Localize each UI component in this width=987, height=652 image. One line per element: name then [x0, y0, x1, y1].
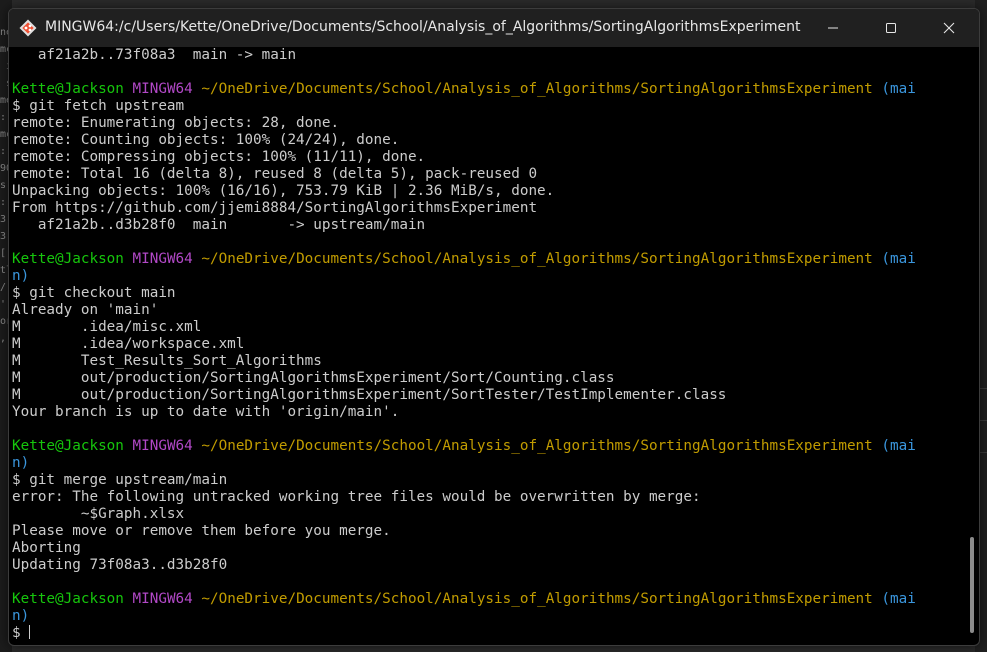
command-line: $ git merge upstream/main: [12, 472, 228, 488]
prompt-system: MINGW64: [132, 81, 193, 97]
prompt-user-host: Kette@Jackson: [12, 81, 124, 97]
title-bar[interactable]: MINGW64:/c/Users/Kette/OneDrive/Document…: [9, 9, 979, 47]
prompt-branch: (mai: [881, 438, 916, 454]
output-line: af21a2b..73f08a3 main -> main: [12, 47, 297, 63]
minimize-button[interactable]: [804, 9, 862, 47]
output-line: ~$Graph.xlsx: [12, 506, 185, 522]
prompt-path: ~/OneDrive/Documents/School/Analysis_of_…: [201, 438, 873, 454]
prompt-user-host: Kette@Jackson: [12, 438, 124, 454]
prompt-system: MINGW64: [132, 591, 193, 607]
window-title: MINGW64:/c/Users/Kette/OneDrive/Document…: [45, 19, 801, 35]
output-line: Unpacking objects: 100% (16/16), 753.79 …: [12, 183, 555, 199]
output-line: Please move or remove them before you me…: [12, 523, 391, 539]
close-icon: [943, 22, 955, 34]
scrollbar-thumb[interactable]: [970, 537, 974, 633]
output-line: Your branch is up to date with 'origin/m…: [12, 404, 400, 420]
maximize-button[interactable]: [862, 9, 920, 47]
prompt-branch: (mai: [881, 591, 916, 607]
prompt-branch-wrap: n): [12, 268, 30, 284]
output-line: remote: Total 16 (delta 8), reused 8 (de…: [12, 166, 538, 182]
prompt-branch: (mai: [881, 251, 916, 267]
git-bash-icon: [19, 19, 37, 37]
command-line: $ git fetch upstream: [12, 98, 185, 114]
prompt-user-host: Kette@Jackson: [12, 591, 124, 607]
output-line: M out/production/SortingAlgorithmsExperi…: [12, 370, 615, 386]
prompt-system: MINGW64: [132, 438, 193, 454]
prompt-symbol: $: [12, 625, 21, 641]
prompt-line: Kette@Jackson MINGW64 ~/OneDrive/Documen…: [12, 81, 916, 98]
prompt-branch-wrap: n): [12, 608, 30, 624]
prompt-branch: (mai: [881, 81, 916, 97]
output-line: M out/production/SortingAlgorithmsExperi…: [12, 387, 727, 403]
terminal-output[interactable]: af21a2b..73f08a3 main -> main Kette@Jack…: [9, 47, 959, 645]
vertical-scrollbar[interactable]: [965, 47, 979, 645]
output-line: M .idea/misc.xml: [12, 319, 202, 335]
prompt-branch-wrap: n): [12, 455, 30, 471]
input-line[interactable]: $: [12, 625, 30, 642]
command-line: $ git checkout main: [12, 285, 176, 301]
prompt-system: MINGW64: [132, 251, 193, 267]
close-button[interactable]: [920, 9, 978, 47]
prompt-user-host: Kette@Jackson: [12, 251, 124, 267]
output-line: error: The following untracked working t…: [12, 489, 701, 505]
output-line: remote: Enumerating objects: 28, done.: [12, 115, 340, 131]
output-line: remote: Counting objects: 100% (24/24), …: [12, 132, 400, 148]
terminal-window: MINGW64:/c/Users/Kette/OneDrive/Document…: [8, 8, 980, 646]
output-line: Aborting: [12, 540, 81, 556]
output-line: M Test_Results_Sort_Algorithms: [12, 353, 322, 369]
prompt-path: ~/OneDrive/Documents/School/Analysis_of_…: [201, 251, 873, 267]
prompt-line: Kette@Jackson MINGW64 ~/OneDrive/Documen…: [12, 591, 916, 608]
prompt-path: ~/OneDrive/Documents/School/Analysis_of_…: [201, 591, 873, 607]
text-cursor: [28, 625, 30, 639]
output-line: af21a2b..d3b28f0 main -> upstream/main: [12, 217, 426, 233]
output-line: remote: Compressing objects: 100% (11/11…: [12, 149, 426, 165]
prompt-path: ~/OneDrive/Documents/School/Analysis_of_…: [201, 81, 873, 97]
output-line: From https://github.com/jjemi8884/Sortin…: [12, 200, 538, 216]
output-line: Already on 'main': [12, 302, 159, 318]
prompt-line: Kette@Jackson MINGW64 ~/OneDrive/Documen…: [12, 438, 916, 455]
prompt-line: Kette@Jackson MINGW64 ~/OneDrive/Documen…: [12, 251, 916, 268]
output-line: Updating 73f08a3..d3b28f0: [12, 557, 228, 573]
output-line: M .idea/workspace.xml: [12, 336, 245, 352]
minimize-icon: [828, 27, 838, 29]
maximize-icon: [886, 23, 896, 33]
